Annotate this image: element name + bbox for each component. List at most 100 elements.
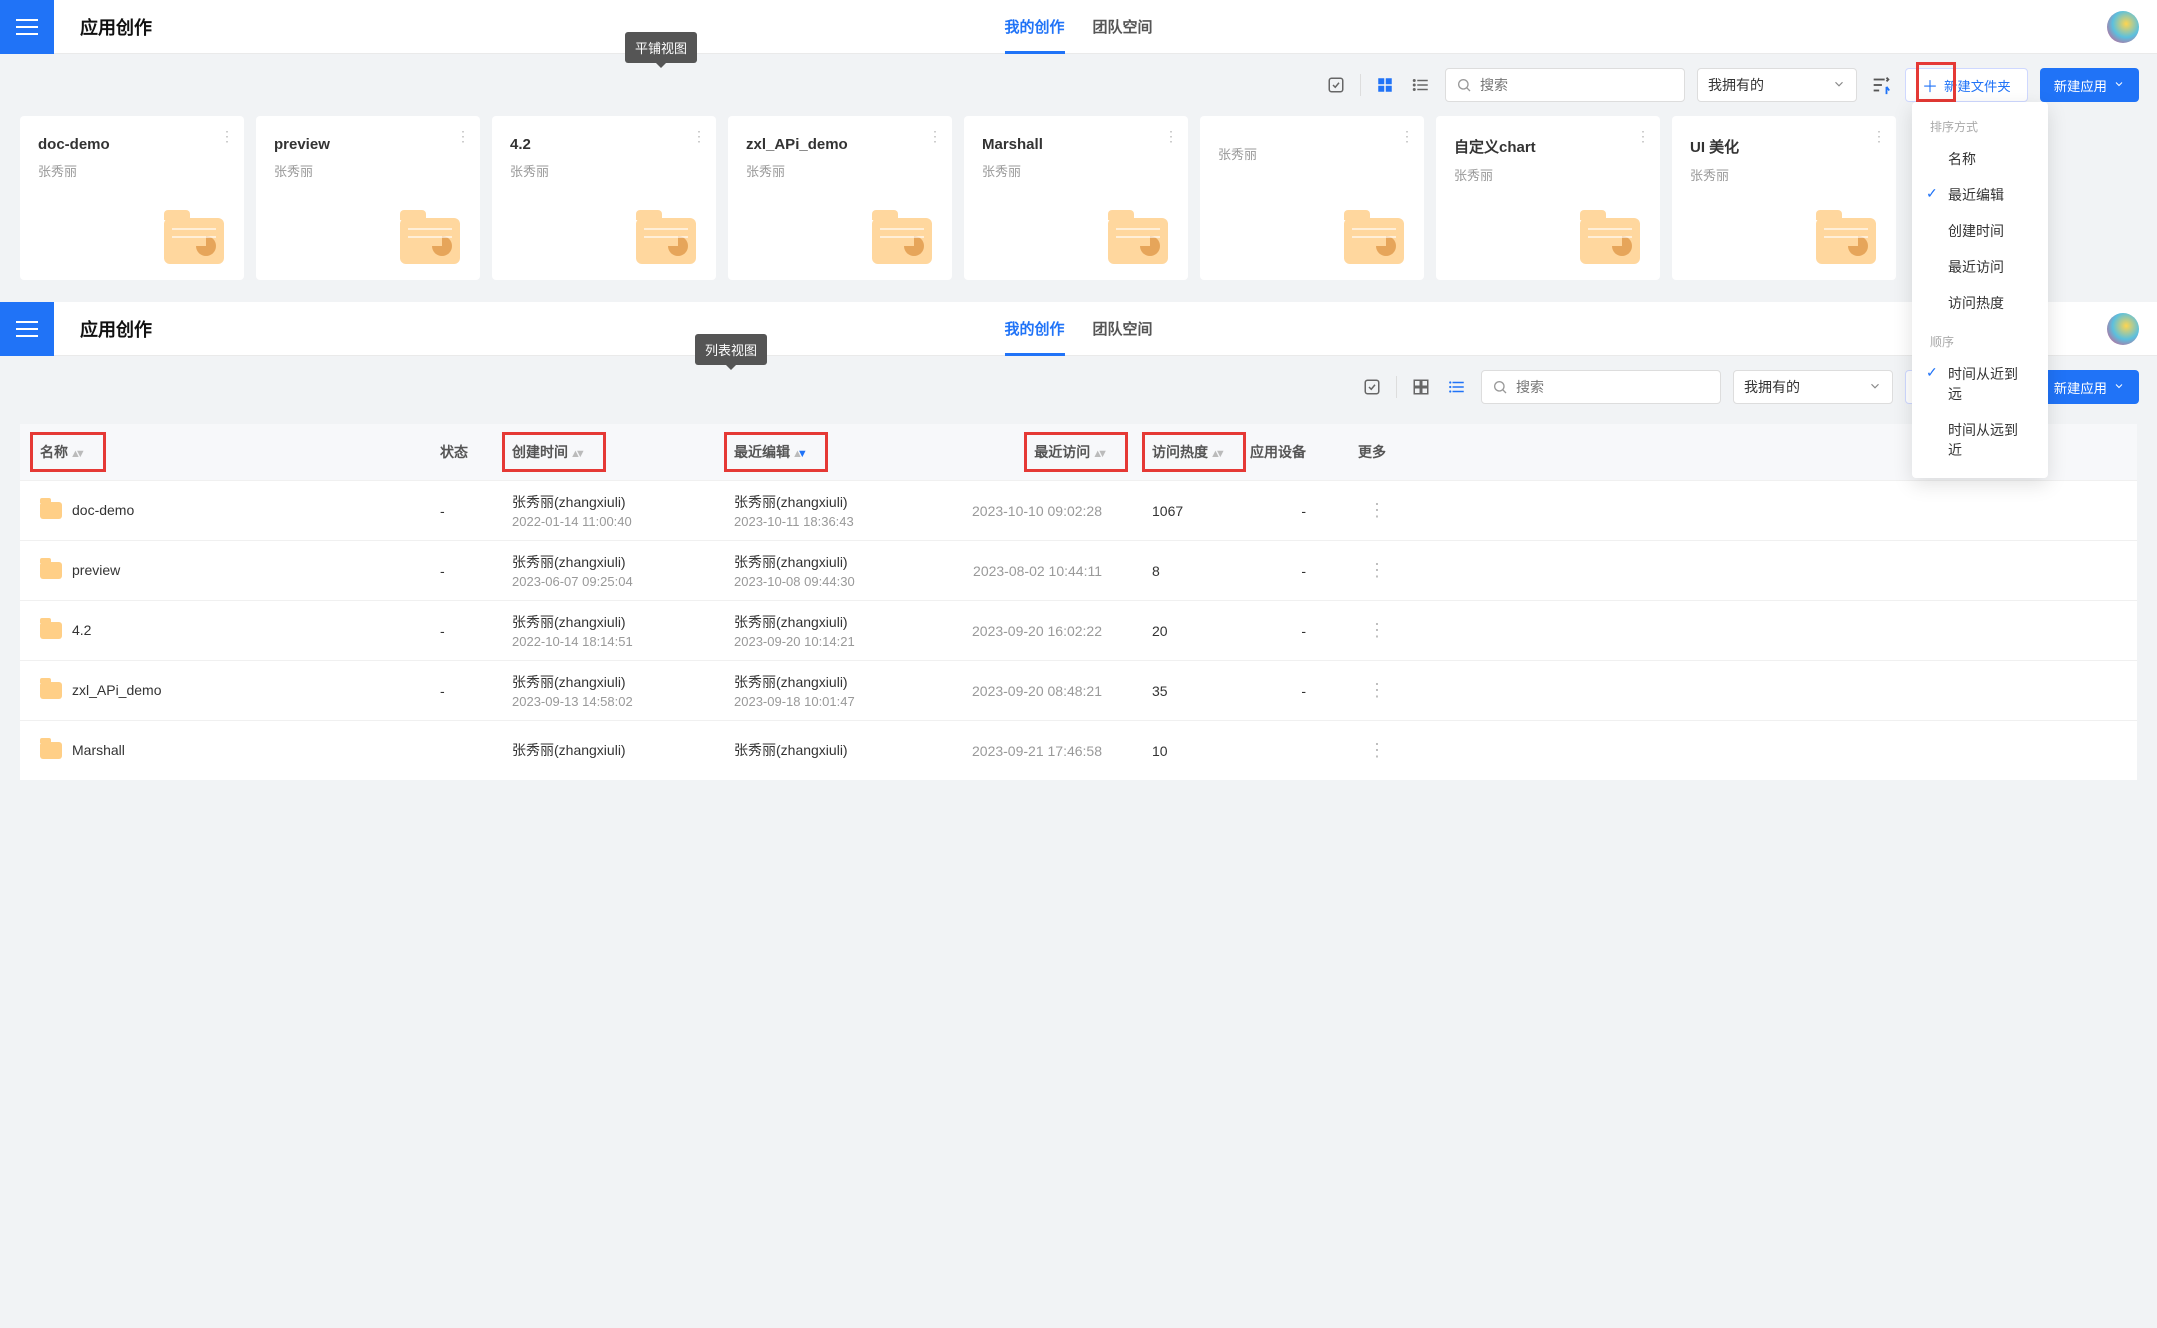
sort-option-name[interactable]: 名称 — [1912, 141, 2048, 177]
file-table: 名称▲▼ 状态 创建时间▲▼ 最近编辑▲▼ 最近访问▲▼ 访问热度▲▼ 应用设备… — [20, 424, 2137, 780]
menu-toggle[interactable] — [0, 0, 54, 54]
toolbar: 我拥有的 ＋ 新建文件夹 新建应用 — [0, 356, 2157, 418]
row-created-by: 张秀丽(zhangxiuli) — [512, 740, 724, 760]
table-row[interactable]: preview-张秀丽(zhangxiuli)2023-06-07 09:25:… — [20, 540, 2137, 600]
sort-option-hot[interactable]: 访问热度 — [1912, 285, 2048, 321]
folder-card[interactable]: ⋮自定义chart张秀丽 — [1436, 116, 1660, 280]
ellipsis-icon[interactable]: ⋮ — [1306, 680, 1386, 701]
sort-option-created[interactable]: 创建时间 — [1912, 213, 2048, 249]
checkbox-icon[interactable] — [1360, 375, 1384, 399]
row-state: - — [430, 563, 502, 579]
col-name[interactable]: 名称▲▼ — [40, 442, 80, 462]
table-header: 名称▲▼ 状态 创建时间▲▼ 最近编辑▲▼ 最近访问▲▼ 访问热度▲▼ 应用设备… — [20, 424, 2137, 480]
tab-my-creations[interactable]: 我的创作 — [1004, 302, 1064, 356]
ellipsis-icon[interactable]: ⋮ — [1164, 128, 1178, 145]
row-created-at: 2022-10-14 18:14:51 — [512, 634, 724, 649]
topbar: 应用创作 我的创作 团队空间 — [0, 302, 2157, 356]
row-access-at: 2023-09-21 17:46:58 — [946, 743, 1102, 759]
sort-order-desc[interactable]: 时间从近到远 — [1912, 356, 2048, 412]
screen-list: 应用创作 我的创作 团队空间 列表视图 我拥有的 ＋ — [0, 302, 2157, 780]
card-title: UI 美化 — [1690, 136, 1880, 157]
tab-team-space[interactable]: 团队空间 — [1093, 302, 1153, 356]
ellipsis-icon[interactable]: ⋮ — [1306, 620, 1386, 641]
card-owner: 张秀丽 — [1690, 165, 1880, 184]
grid-view-icon[interactable] — [1409, 375, 1433, 399]
row-device: - — [1222, 623, 1306, 639]
folder-card[interactable]: ⋮preview张秀丽 — [256, 116, 480, 280]
tab-team-space[interactable]: 团队空间 — [1093, 0, 1153, 54]
new-app-button[interactable]: 新建应用 — [2040, 370, 2139, 404]
col-last-access[interactable]: 最近访问▲▼ — [1034, 442, 1102, 462]
ellipsis-icon[interactable]: ⋮ — [1400, 128, 1414, 145]
checkbox-icon[interactable] — [1324, 73, 1348, 97]
search-icon — [1492, 379, 1508, 395]
table-row[interactable]: 4.2 - 张秀丽(zhangxiuli) 2022-10-14 18:14:51 张秀… — [20, 600, 2137, 660]
ownership-filter[interactable]: 我拥有的 — [1697, 68, 1857, 102]
topbar: 应用创作 我的创作 团队空间 — [0, 0, 2157, 54]
new-app-button[interactable]: 新建应用 — [2040, 68, 2139, 102]
tab-my-creations[interactable]: 我的创作 — [1004, 0, 1064, 54]
row-hot: 20 — [1102, 623, 1222, 639]
avatar[interactable] — [2107, 313, 2139, 345]
plus-icon: ＋ — [1922, 73, 1938, 97]
card-owner: 张秀丽 — [510, 161, 700, 180]
sort-option-lastaccess[interactable]: 最近访问 — [1912, 249, 2048, 285]
folder-card[interactable]: ⋮doc-demo张秀丽 — [20, 116, 244, 280]
folder-card[interactable]: ⋮UI 美化张秀丽 — [1672, 116, 1896, 280]
folder-icon — [400, 218, 460, 264]
folder-card[interactable]: ⋮4.2 张秀丽 — [492, 116, 716, 280]
chevron-down-icon — [2113, 380, 2125, 395]
new-folder-button[interactable]: ＋ 新建文件夹 — [1905, 68, 2028, 102]
ellipsis-icon[interactable]: ⋮ — [1306, 500, 1386, 521]
ellipsis-icon[interactable]: ⋮ — [220, 128, 234, 145]
ellipsis-icon[interactable]: ⋮ — [1306, 740, 1386, 761]
col-last-edit[interactable]: 最近编辑▲▼ — [734, 442, 802, 462]
table-row[interactable]: zxl_APi_demo-张秀丽(zhangxiuli)2023-09-13 1… — [20, 660, 2137, 720]
row-state: - — [430, 683, 502, 699]
folder-icon — [40, 502, 62, 519]
row-name: 4.2 — [72, 622, 91, 638]
chevron-down-icon — [1832, 77, 1846, 94]
row-name: preview — [72, 562, 120, 578]
search-input[interactable] — [1445, 68, 1685, 102]
card-owner: 张秀丽 — [38, 161, 228, 180]
list-view-icon[interactable] — [1445, 375, 1469, 399]
row-edited-at: 2023-10-11 18:36:43 — [734, 514, 946, 529]
sort-button[interactable] — [1869, 73, 1893, 97]
avatar[interactable] — [2107, 11, 2139, 43]
ellipsis-icon[interactable]: ⋮ — [456, 128, 470, 145]
folder-card[interactable]: ⋮zxl_APi_demo张秀丽 — [728, 116, 952, 280]
divider — [1396, 376, 1397, 398]
card-title: zxl_APi_demo — [746, 136, 936, 153]
screen-grid: 应用创作 我的创作 团队空间 平铺视图 我拥有的 — [0, 0, 2157, 302]
folder-card[interactable]: ⋮Marshall张秀丽 — [964, 116, 1188, 280]
list-view-icon[interactable] — [1409, 73, 1433, 97]
table-row[interactable]: doc-demo-张秀丽(zhangxiuli)2022-01-14 11:00… — [20, 480, 2137, 540]
sort-option-lastedit[interactable]: 最近编辑 — [1912, 177, 2048, 213]
divider — [1360, 74, 1361, 96]
ellipsis-icon[interactable]: ⋮ — [1872, 128, 1886, 145]
card-grid: ⋮doc-demo张秀丽⋮preview张秀丽⋮4.2张秀丽⋮zxl_APi_d… — [0, 116, 2157, 302]
row-created-by: 张秀丽(zhangxiuli) — [512, 612, 724, 632]
annotation-highlight — [30, 432, 106, 472]
ellipsis-icon[interactable]: ⋮ — [692, 128, 706, 145]
ellipsis-icon[interactable]: ⋮ — [928, 128, 942, 145]
row-edited-by: 张秀丽(zhangxiuli) — [734, 612, 946, 632]
col-hot[interactable]: 访问热度▲▼ — [1152, 442, 1220, 462]
ownership-filter[interactable]: 我拥有的 — [1733, 370, 1893, 404]
chevron-down-icon — [2113, 78, 2125, 93]
row-created-at: 2022-01-14 11:00:40 — [512, 514, 724, 529]
app-title: 应用创作 — [80, 14, 152, 40]
grid-view-icon[interactable] — [1373, 73, 1397, 97]
menu-toggle[interactable] — [0, 302, 54, 356]
folder-icon — [164, 218, 224, 264]
folder-card[interactable]: ⋮张秀丽 — [1200, 116, 1424, 280]
ellipsis-icon[interactable]: ⋮ — [1636, 128, 1650, 145]
card-title: 自定义chart — [1454, 136, 1644, 157]
search-input[interactable] — [1481, 370, 1721, 404]
card-title: 4.2 — [510, 136, 700, 153]
sort-order-asc[interactable]: 时间从远到近 — [1912, 412, 2048, 468]
col-create-time[interactable]: 创建时间▲▼ — [512, 442, 580, 462]
ellipsis-icon[interactable]: ⋮ — [1306, 560, 1386, 581]
table-row[interactable]: Marshall张秀丽(zhangxiuli)张秀丽(zhangxiuli)20… — [20, 720, 2137, 780]
